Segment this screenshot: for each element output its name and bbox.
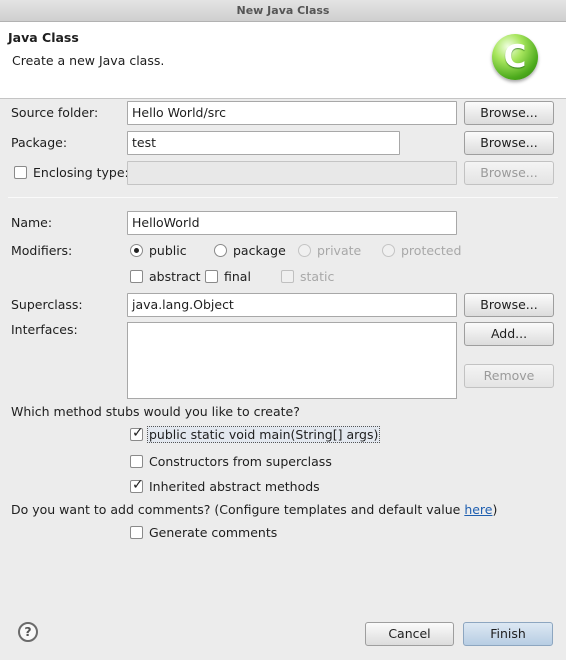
inherited-methods-label: Inherited abstract methods — [149, 479, 320, 494]
package-input[interactable]: test — [127, 131, 400, 155]
modifier-final-label: final — [224, 269, 251, 284]
cancel-button[interactable]: Cancel — [365, 622, 454, 646]
modifier-static-label: static — [300, 269, 335, 284]
help-icon[interactable]: ? — [18, 622, 38, 642]
interfaces-remove-button[interactable]: Remove — [464, 364, 554, 388]
enclosing-type-label: Enclosing type: — [33, 165, 129, 180]
window-title: New Java Class — [236, 4, 330, 17]
checkmark-icon: ✓ — [132, 425, 144, 441]
interfaces-add-button[interactable]: Add... — [464, 322, 554, 346]
enclosing-type-browse-button[interactable]: Browse... — [464, 161, 554, 185]
superclass-input[interactable]: java.lang.Object — [127, 293, 457, 317]
modifier-package-label: package — [233, 243, 286, 258]
modifier-public-label: public — [149, 243, 187, 258]
superclass-browse-button[interactable]: Browse... — [464, 293, 554, 317]
modifier-abstract-label: abstract — [149, 269, 201, 284]
radio-selected-dot — [134, 248, 139, 253]
finish-button[interactable]: Finish — [463, 622, 553, 646]
name-input[interactable]: HelloWorld — [127, 211, 457, 235]
comments-question: Do you want to add comments? (Configure … — [11, 502, 497, 517]
window-titlebar: New Java Class — [0, 0, 566, 22]
java-class-logo-icon: C — [492, 34, 538, 80]
enclosing-type-checkbox[interactable] — [14, 166, 27, 179]
generate-comments-label: Generate comments — [149, 525, 278, 540]
package-browse-button[interactable]: Browse... — [464, 131, 554, 155]
logo-letter: C — [503, 39, 527, 75]
modifier-public-radio[interactable] — [130, 244, 143, 257]
modifier-abstract-checkbox[interactable] — [130, 270, 143, 283]
modifier-private-label: private — [317, 243, 362, 258]
interfaces-list[interactable] — [127, 322, 457, 399]
interfaces-label: Interfaces: — [11, 322, 78, 337]
superclass-label: Superclass: — [11, 297, 83, 312]
source-folder-browse-button[interactable]: Browse... — [464, 101, 554, 125]
package-label: Package: — [11, 135, 68, 150]
modifier-private-radio[interactable] — [298, 244, 311, 257]
enclosing-type-input[interactable] — [127, 161, 457, 185]
main-method-label: public static void main(String[] args) — [147, 426, 381, 443]
generate-comments-checkbox[interactable] — [130, 526, 143, 539]
source-folder-label: Source folder: — [11, 105, 99, 120]
checkmark-icon: ✓ — [132, 477, 144, 493]
modifier-protected-radio[interactable] — [382, 244, 395, 257]
comments-question-text: Do you want to add comments? (Configure … — [11, 502, 465, 517]
modifier-package-radio[interactable] — [214, 244, 227, 257]
source-folder-input[interactable]: Hello World/src — [127, 101, 457, 125]
method-stubs-question: Which method stubs would you like to cre… — [11, 404, 300, 419]
configure-templates-link[interactable]: here — [464, 502, 492, 517]
constructors-checkbox[interactable] — [130, 455, 143, 468]
comments-question-end: ) — [492, 502, 498, 517]
modifier-static-checkbox[interactable] — [281, 270, 294, 283]
modifier-final-checkbox[interactable] — [205, 270, 218, 283]
separator — [8, 197, 558, 198]
wizard-description: Create a new Java class. — [12, 53, 165, 68]
modifiers-label: Modifiers: — [11, 243, 73, 258]
inherited-methods-checkbox[interactable]: ✓ — [130, 477, 144, 493]
main-method-checkbox[interactable]: ✓ — [130, 425, 144, 441]
wizard-title: Java Class — [8, 30, 79, 45]
modifier-protected-label: protected — [401, 243, 462, 258]
constructors-label: Constructors from superclass — [149, 454, 332, 469]
wizard-banner: Java Class Create a new Java class. C — [0, 22, 566, 99]
name-label: Name: — [11, 215, 53, 230]
